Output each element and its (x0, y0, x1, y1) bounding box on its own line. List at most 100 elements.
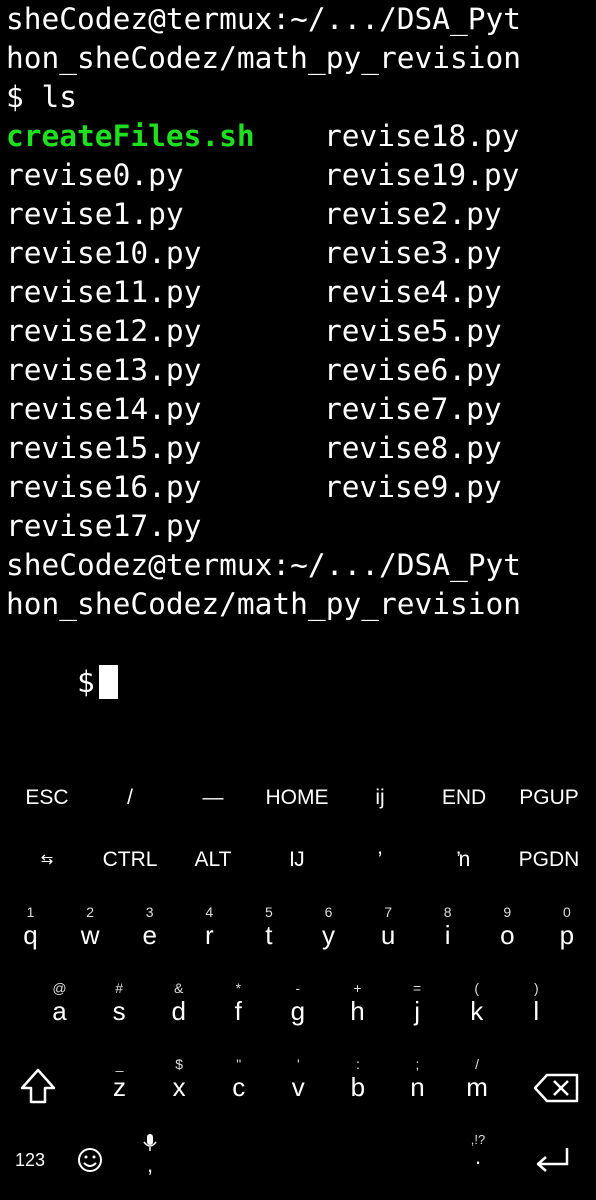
key-l[interactable]: ) l (507, 966, 566, 1044)
key-r[interactable]: 4r (180, 890, 239, 968)
key-hint: 5 (264, 904, 273, 920)
esc-key[interactable]: ESC (5, 770, 89, 826)
backspace-key[interactable] (527, 1058, 587, 1118)
ctrl-key[interactable]: CTRL (88, 832, 172, 888)
key-v[interactable]: ' v (269, 1042, 328, 1120)
key-label: i (444, 920, 451, 950)
ij-key[interactable]: ij (338, 770, 422, 826)
key-label: o (500, 920, 515, 950)
key-c[interactable]: " c (209, 1042, 268, 1120)
key-f[interactable]: * f (209, 966, 268, 1044)
dash-key[interactable]: — (171, 770, 255, 826)
key-label: s (112, 996, 126, 1026)
key-u[interactable]: 7u (359, 890, 418, 968)
key-t[interactable]: 5t (239, 890, 298, 968)
key-label: b (350, 1072, 366, 1102)
prompt-line: sheCodez@termux:~/.../DSA_Pyt (6, 2, 522, 36)
enter-icon (536, 1148, 569, 1172)
key-z[interactable]: _ z (90, 1042, 149, 1120)
shift-key[interactable] (8, 1058, 68, 1118)
file-item: revise5.py (324, 314, 502, 348)
prompt-line: hon_sheCodez/math_py_revision (6, 587, 522, 621)
key-e[interactable]: 3e (120, 890, 179, 968)
terminal-view[interactable]: sheCodez@termux:~/.../DSA_Pyt hon_sheCod… (0, 0, 596, 760)
slash-key[interactable]: / (88, 770, 172, 826)
pgdn-key[interactable]: PGDN (507, 832, 591, 888)
file-item: revise16.py (6, 470, 202, 504)
file-item: revise11.py (6, 275, 202, 309)
n-apostrophe-key[interactable]: ŉ (422, 832, 506, 888)
key-w[interactable]: 2w (61, 890, 120, 968)
key-j[interactable]: = j (388, 966, 447, 1044)
comma-key[interactable]: , (125, 1130, 175, 1190)
comma-label: , (146, 1152, 154, 1177)
key-hint: : (355, 1056, 360, 1072)
key-hint: * (235, 980, 242, 996)
key-hint: ) (533, 980, 539, 996)
home-key[interactable]: HOME (255, 770, 339, 826)
prompt-line: sheCodez@termux:~/.../DSA_Pyt (6, 548, 522, 582)
key-i[interactable]: 8i (418, 890, 477, 968)
key-hint: ; (415, 1056, 420, 1072)
file-item: revise9.py (324, 470, 502, 504)
key-hint: # (115, 980, 123, 996)
key-b[interactable]: :b (328, 1042, 387, 1120)
file-item: revise2.py (324, 197, 502, 231)
key-n[interactable]: ; n (388, 1042, 447, 1120)
end-key[interactable]: END (422, 770, 506, 826)
file-item: revise6.py (324, 353, 502, 387)
key-hint: ( (474, 980, 480, 996)
key-hint: " (236, 1056, 242, 1072)
key-hint: ' (296, 1056, 300, 1072)
file-item: revise0.py (6, 158, 184, 192)
key-q[interactable]: 1q (1, 890, 60, 968)
key-g[interactable]: -g (268, 966, 327, 1044)
key-hint: 1 (26, 904, 35, 920)
numbers-key[interactable]: 123 (6, 1140, 54, 1180)
key-label: f (234, 996, 242, 1026)
ij-ligature-key[interactable]: Ĳ (255, 832, 339, 888)
file-item: revise13.py (6, 353, 202, 387)
key-h[interactable]: + h (328, 966, 387, 1044)
apostrophe-key[interactable]: ’ (338, 832, 422, 888)
enter-key[interactable] (527, 1136, 577, 1182)
key-d[interactable]: & d (149, 966, 208, 1044)
file-item: revise18.py (324, 119, 520, 153)
key-hint: 7 (384, 904, 392, 920)
key-m[interactable]: / m (448, 1042, 507, 1120)
prompt-line: hon_sheCodez/math_py_revision (6, 41, 522, 75)
key-hint: 0 (562, 904, 571, 920)
key-hint: + (353, 980, 362, 996)
key-hint: @ (52, 980, 67, 996)
key-hint: & (174, 980, 184, 996)
key-p[interactable]: 0p (537, 890, 596, 968)
key-label: k (470, 996, 484, 1026)
file-item: revise4.py (324, 275, 502, 309)
executable-file-item: createFiles.sh (6, 119, 255, 153)
backspace-icon (533, 1073, 579, 1103)
file-item: revise10.py (6, 236, 202, 270)
period-key[interactable]: ,!? . (455, 1130, 501, 1190)
key-label: e (142, 920, 157, 950)
key-o[interactable]: 9o (478, 890, 537, 968)
key-x[interactable]: $ x (150, 1042, 209, 1120)
file-item: revise8.py (324, 431, 502, 465)
key-label: x (172, 1072, 186, 1102)
file-item: revise12.py (6, 314, 202, 348)
text-cursor (98, 664, 118, 699)
period-label: . (474, 1144, 482, 1169)
input-line[interactable]: $ (6, 624, 118, 699)
key-a[interactable]: @ a (30, 966, 89, 1044)
key-y[interactable]: 6y (299, 890, 358, 968)
key-s[interactable]: # s (90, 966, 149, 1044)
alt-key[interactable]: ALT (171, 832, 255, 888)
key-label: u (380, 920, 396, 950)
emoji-key[interactable] (70, 1138, 110, 1182)
key-label: j (414, 996, 420, 1026)
emoji-icon (78, 1148, 102, 1172)
key-k[interactable]: (k (447, 966, 506, 1044)
tab-key[interactable]: ⇆ (5, 832, 89, 888)
key-label: w (80, 920, 100, 950)
key-label: v (291, 1072, 305, 1102)
pgup-key[interactable]: PGUP (507, 770, 591, 826)
